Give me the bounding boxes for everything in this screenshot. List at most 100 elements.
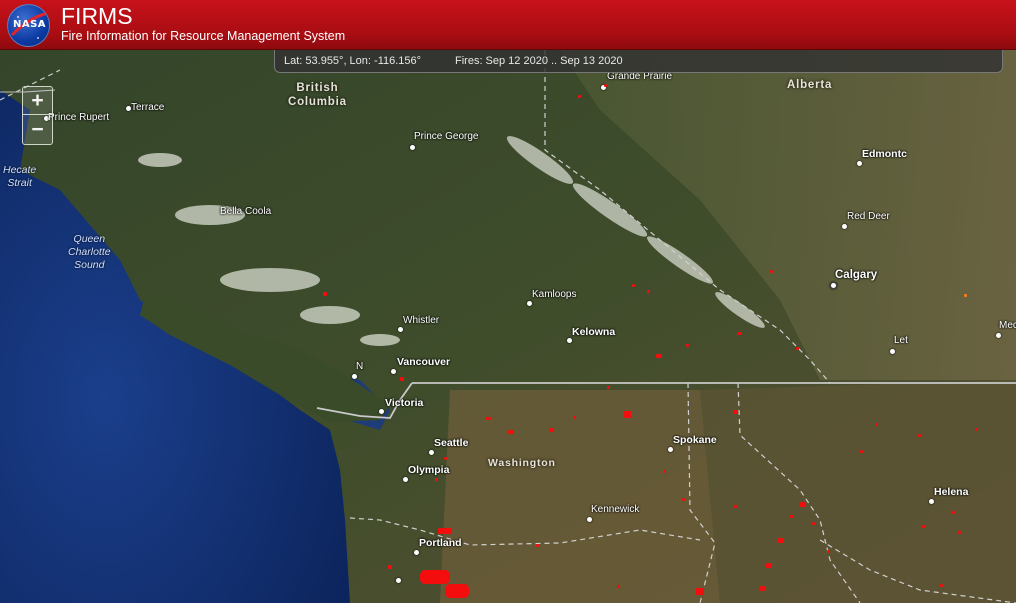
city-edmonton[interactable]: Edmontc bbox=[862, 148, 907, 160]
city-dot bbox=[414, 550, 419, 555]
zoom-out-button[interactable]: − bbox=[23, 116, 52, 144]
city-kelowna[interactable]: Kelowna bbox=[572, 326, 615, 338]
satellite-map[interactable]: British Columbia Alberta Washington Heca… bbox=[0, 50, 1016, 603]
city-prince-rupert[interactable]: Prince Rupert bbox=[48, 112, 109, 123]
city-bella-coola[interactable]: Bella Coola bbox=[220, 206, 271, 217]
city-dot bbox=[929, 499, 934, 504]
city-dot bbox=[567, 338, 572, 343]
nasa-logo[interactable]: NASA bbox=[7, 4, 50, 47]
city-kamloops[interactable]: Kamloops bbox=[532, 289, 576, 300]
fire-hotspot[interactable] bbox=[573, 416, 576, 419]
city-portland[interactable]: Portland bbox=[419, 537, 462, 549]
water-hecate-strait: Hecate Strait bbox=[3, 164, 37, 189]
city-spokane[interactable]: Spokane bbox=[673, 434, 717, 446]
fire-hotspot[interactable] bbox=[388, 565, 392, 569]
city-dot bbox=[996, 333, 1001, 338]
fire-hotspot[interactable] bbox=[790, 515, 794, 518]
fire-hotspot[interactable] bbox=[578, 95, 581, 98]
region-washington: Washington bbox=[488, 457, 556, 469]
fire-hotspot[interactable] bbox=[400, 377, 404, 381]
fires-date-range[interactable]: Fires: Sep 12 2020 .. Sep 13 2020 bbox=[455, 55, 623, 67]
fire-hotspot[interactable] bbox=[812, 522, 815, 525]
fire-hotspot[interactable] bbox=[952, 511, 955, 514]
fire-hotspot[interactable] bbox=[778, 538, 784, 543]
fire-hotspot[interactable] bbox=[696, 588, 704, 595]
city-dot bbox=[890, 349, 895, 354]
fire-hotspot[interactable] bbox=[875, 423, 878, 426]
city-dot bbox=[403, 477, 408, 482]
fire-hotspot[interactable] bbox=[420, 570, 450, 584]
fire-hotspot[interactable] bbox=[656, 354, 662, 358]
city-helena[interactable]: Helena bbox=[934, 486, 968, 498]
city-dot bbox=[429, 450, 434, 455]
fire-hotspot[interactable] bbox=[508, 430, 514, 434]
fire-hotspot[interactable] bbox=[549, 428, 554, 432]
city-seattle[interactable]: Seattle bbox=[434, 437, 468, 449]
city-dot bbox=[398, 327, 403, 332]
city-mec[interactable]: Mec bbox=[999, 320, 1016, 331]
city-n[interactable]: N bbox=[356, 361, 363, 372]
city-dot bbox=[587, 517, 592, 522]
fire-hotspot[interactable] bbox=[958, 531, 961, 534]
city-dot bbox=[410, 145, 415, 150]
fire-hotspot[interactable] bbox=[624, 411, 631, 418]
city-dot bbox=[668, 447, 673, 452]
fire-hotspot[interactable] bbox=[964, 294, 967, 297]
fire-hotspot[interactable] bbox=[682, 498, 685, 501]
fire-hotspot[interactable] bbox=[663, 470, 666, 473]
app-title[interactable]: FIRMS bbox=[61, 3, 133, 30]
fire-hotspot[interactable] bbox=[445, 584, 469, 598]
city-dot bbox=[391, 369, 396, 374]
app-subtitle: Fire Information for Resource Management… bbox=[61, 29, 346, 43]
fire-hotspot[interactable] bbox=[444, 457, 447, 460]
fire-hotspot[interactable] bbox=[860, 450, 863, 453]
fire-hotspot[interactable] bbox=[607, 386, 610, 389]
fire-hotspot[interactable] bbox=[617, 585, 620, 588]
fire-hotspot[interactable] bbox=[733, 410, 738, 414]
fire-hotspot[interactable] bbox=[770, 270, 773, 273]
fire-hotspot[interactable] bbox=[323, 292, 327, 296]
zoom-control: + − bbox=[22, 86, 53, 145]
fire-hotspot[interactable] bbox=[975, 428, 978, 431]
city-dot bbox=[396, 578, 401, 583]
fire-hotspot[interactable] bbox=[800, 502, 806, 507]
city-terrace[interactable]: Terrace bbox=[131, 102, 164, 113]
city-dot bbox=[527, 301, 532, 306]
fire-hotspot[interactable] bbox=[647, 290, 650, 293]
city-calgary[interactable]: Calgary bbox=[835, 269, 877, 281]
fire-hotspot[interactable] bbox=[486, 417, 491, 420]
fire-hotspot[interactable] bbox=[760, 586, 765, 591]
map-terrain bbox=[0, 50, 1016, 603]
city-kennewick[interactable]: Kennewick bbox=[591, 504, 639, 515]
fire-hotspot[interactable] bbox=[922, 525, 925, 528]
fire-hotspot[interactable] bbox=[940, 584, 943, 587]
city-dot bbox=[842, 224, 847, 229]
city-vancouver[interactable]: Vancouver bbox=[397, 356, 450, 368]
fire-hotspot[interactable] bbox=[435, 478, 438, 481]
fire-hotspot[interactable] bbox=[737, 332, 742, 335]
region-british-columbia: British Columbia bbox=[288, 82, 347, 108]
city-victoria[interactable]: Victoria bbox=[385, 397, 423, 409]
fire-hotspot[interactable] bbox=[796, 347, 799, 350]
fire-hotspot[interactable] bbox=[604, 84, 607, 87]
fire-hotspot[interactable] bbox=[536, 544, 539, 547]
city-red-deer[interactable]: Red Deer bbox=[847, 211, 890, 222]
fire-hotspot[interactable] bbox=[632, 284, 635, 287]
city-dot bbox=[352, 374, 357, 379]
fire-hotspot[interactable] bbox=[734, 505, 737, 508]
city-dot bbox=[857, 161, 862, 166]
fire-hotspot[interactable] bbox=[827, 550, 830, 553]
city-let[interactable]: Let bbox=[894, 335, 908, 346]
map-info-bar: Lat: 53.955°, Lon: -116.156° Fires: Sep … bbox=[274, 50, 1003, 73]
city-dot bbox=[379, 409, 384, 414]
zoom-in-button[interactable]: + bbox=[23, 87, 52, 115]
city-whistler[interactable]: Whistler bbox=[403, 315, 439, 326]
water-queen-charlotte-sound: Queen Charlotte Sound bbox=[68, 233, 111, 271]
city-prince-george[interactable]: Prince George bbox=[414, 131, 478, 142]
fire-hotspot[interactable] bbox=[686, 344, 689, 347]
fire-hotspot[interactable] bbox=[766, 563, 772, 568]
city-olympia[interactable]: Olympia bbox=[408, 464, 449, 476]
fire-hotspot[interactable] bbox=[438, 528, 452, 534]
region-alberta: Alberta bbox=[787, 79, 833, 91]
fire-hotspot[interactable] bbox=[918, 434, 921, 437]
